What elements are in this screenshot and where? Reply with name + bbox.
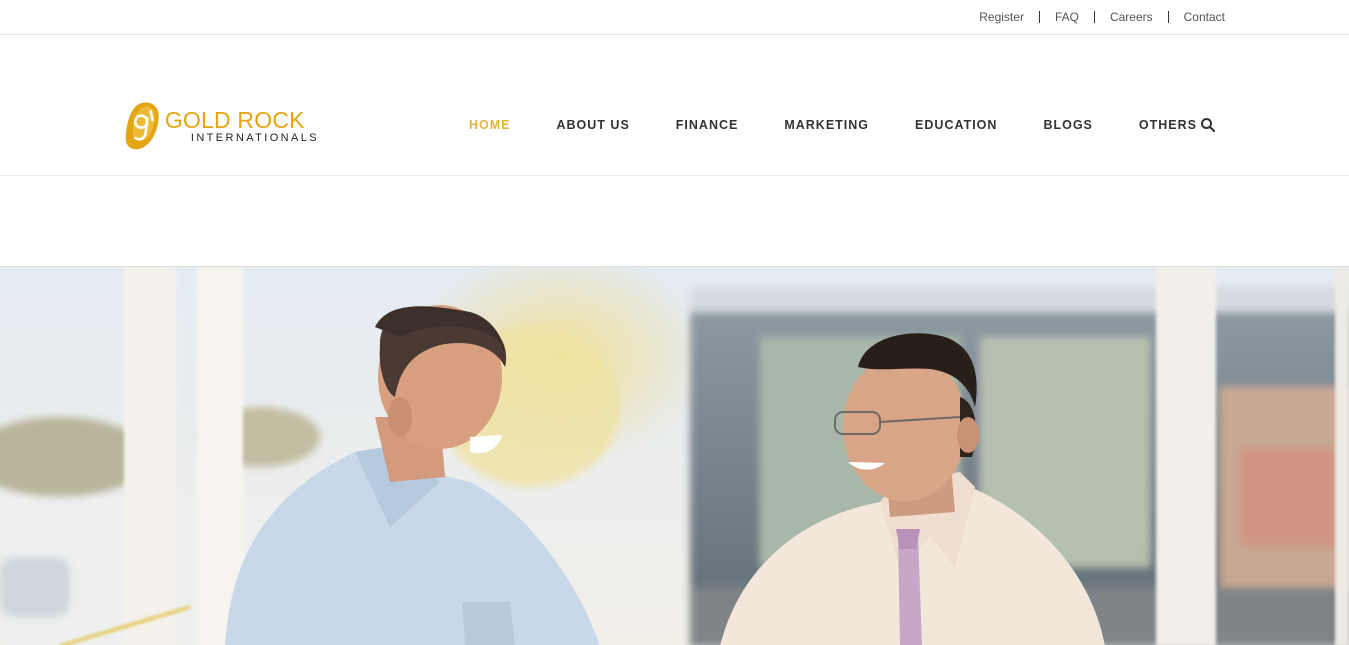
register-link[interactable]: Register [979, 10, 1024, 24]
top-utility-bar: Register FAQ Careers Contact [0, 0, 1349, 35]
divider [1093, 11, 1095, 23]
nav-home[interactable]: HOME [469, 118, 511, 132]
search-icon[interactable] [1200, 117, 1216, 133]
logo-subtitle: INTERNATIONALS [190, 131, 319, 144]
site-logo[interactable]: GOLD ROCK INTERNATIONALS [124, 96, 319, 156]
hero-banner [0, 266, 1349, 645]
nav-education[interactable]: EDUCATION [915, 118, 997, 132]
faq-link[interactable]: FAQ [1055, 10, 1079, 24]
logo-text: GOLD ROCK INTERNATIONALS [165, 108, 319, 145]
nav-blogs[interactable]: BLOGS [1043, 118, 1092, 132]
site-header: GOLD ROCK INTERNATIONALS [0, 35, 1349, 176]
nav-others[interactable]: OTHERS [1139, 118, 1197, 132]
logo-mark [125, 102, 159, 150]
nav-finance[interactable]: FINANCE [676, 118, 739, 132]
divider [1167, 11, 1169, 23]
main-nav: HOME ABOUT US FINANCE MARKETING EDUCATIO… [469, 117, 1243, 133]
careers-link[interactable]: Careers [1110, 10, 1153, 24]
logo-name: GOLD ROCK [164, 106, 305, 133]
contact-link[interactable]: Contact [1184, 10, 1225, 24]
nav-about-us[interactable]: ABOUT US [557, 118, 630, 132]
nav-marketing[interactable]: MARKETING [784, 118, 869, 132]
hero-photo [0, 267, 1349, 645]
divider [1038, 11, 1040, 23]
top-links: Register FAQ Careers Contact [979, 10, 1225, 24]
